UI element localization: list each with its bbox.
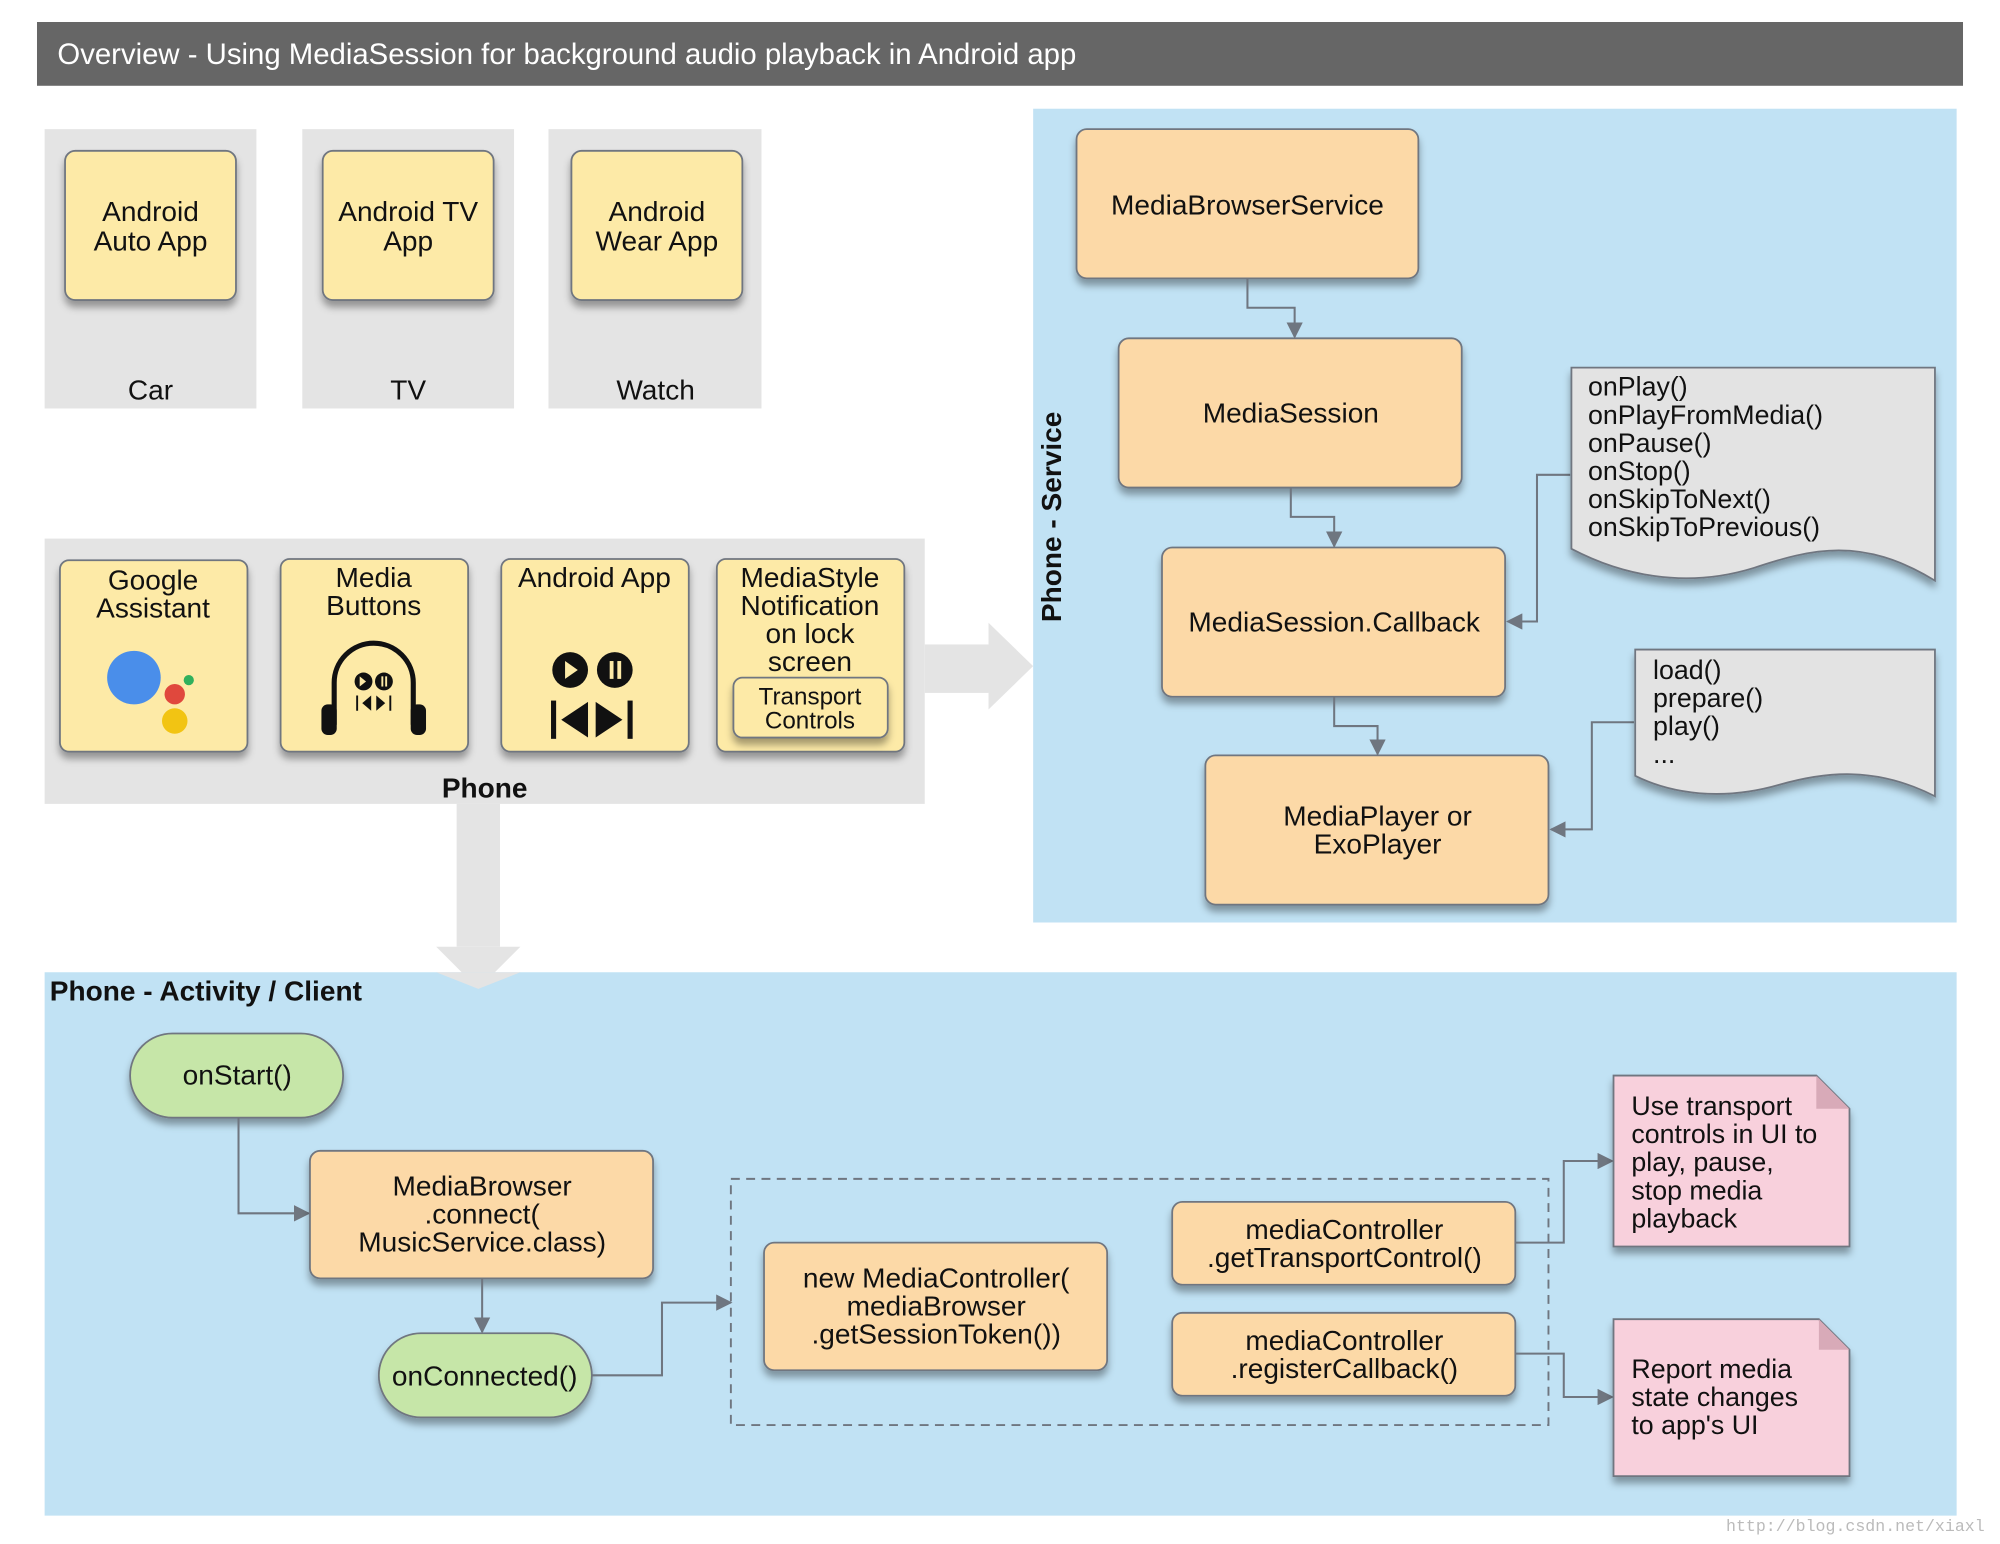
android-app-card: Android App bbox=[500, 558, 690, 753]
watermark: http://blog.csdn.net/xiaxl bbox=[1726, 1517, 1985, 1536]
phone-panel: Phone Google Assistant Media Buttons And… bbox=[44, 538, 925, 804]
note-report: Report media state changes to app's UI bbox=[1612, 1318, 1851, 1477]
device-tv: Android TV App TV bbox=[302, 129, 515, 409]
watch-label: Watch bbox=[616, 375, 694, 406]
note-transport: Use transport controls in UI to play, paus… bbox=[1612, 1074, 1851, 1248]
service-label: Phone - Service bbox=[1036, 412, 1067, 622]
mediasession-label: MediaSession bbox=[1203, 398, 1379, 429]
big-arrow-right bbox=[924, 622, 1034, 710]
tv-label: TV bbox=[390, 375, 426, 406]
mediabrowserservice-label: MediaBrowserService bbox=[1111, 190, 1384, 221]
onstart-label: onStart() bbox=[183, 1060, 292, 1091]
android-wear-app-label: Android Wear App bbox=[596, 196, 719, 256]
register-callback-label: mediaController .registerCallback() bbox=[1231, 1325, 1459, 1384]
client-label: Phone - Activity / Client bbox=[50, 975, 362, 1006]
mediasession-callback-label: MediaSession.Callback bbox=[1188, 607, 1480, 638]
media-buttons-label: Media Buttons bbox=[326, 562, 421, 621]
diagram-canvas: Overview - Using MediaSession for backgr… bbox=[36, 22, 1985, 1536]
media-buttons-card: Media Buttons bbox=[279, 558, 470, 753]
mediastyle-notification-card: MediaStyle Notification on lock screen Tran… bbox=[715, 558, 906, 753]
service-panel: Phone - Service MediaBrowserService Medi… bbox=[1033, 108, 1957, 923]
transport-controls-label: Transport Controls bbox=[759, 683, 862, 734]
android-auto-app-label: Android Auto App bbox=[94, 196, 208, 256]
car-label: Car bbox=[128, 375, 173, 406]
phone-label: Phone bbox=[442, 773, 528, 804]
big-arrow-down bbox=[436, 803, 521, 989]
device-watch: Android Wear App Watch bbox=[548, 129, 762, 409]
title-bar: Overview - Using MediaSession for backgr… bbox=[36, 22, 1964, 86]
page-title: Overview - Using MediaSession for backgr… bbox=[57, 38, 1076, 71]
client-panel: Phone - Activity / Client onStart() Medi… bbox=[44, 972, 1957, 1516]
android-app-label: Android App bbox=[518, 562, 671, 593]
onconnected-label: onConnected() bbox=[392, 1361, 578, 1392]
google-assistant-label: Google Assistant bbox=[96, 565, 210, 624]
google-assistant-card: Google Assistant bbox=[59, 559, 249, 753]
get-transport-control-label: mediaController .getTransportControl() bbox=[1207, 1214, 1482, 1273]
device-car: Android Auto App Car bbox=[44, 129, 257, 409]
